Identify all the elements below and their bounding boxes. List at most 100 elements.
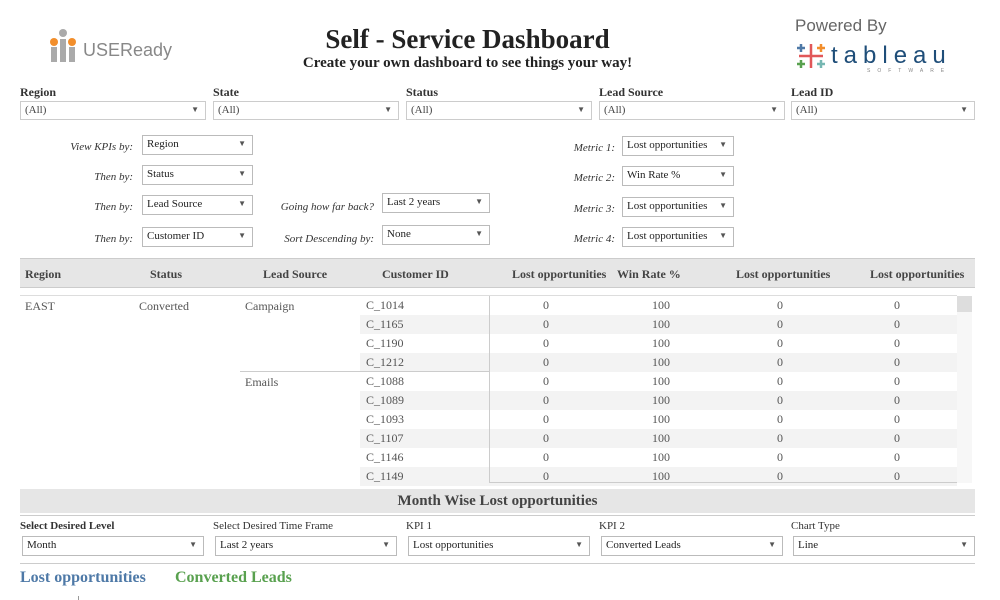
cell-metric: 100 bbox=[652, 450, 670, 464]
filter-dropdown[interactable]: (All) ▼ bbox=[213, 101, 399, 120]
metric-dropdown[interactable]: Lost opportunities ▼ bbox=[622, 197, 734, 217]
cell-metric: 0 bbox=[777, 450, 783, 464]
metric-label: Metric 1: bbox=[573, 142, 615, 154]
metric-label: Metric 3: bbox=[573, 203, 615, 215]
chevron-down-icon: ▼ bbox=[719, 231, 727, 240]
filter-label: Lead Source bbox=[599, 85, 664, 99]
filter-dropdown[interactable]: (All) ▼ bbox=[599, 101, 785, 120]
metric-dropdown[interactable]: Lost opportunities ▼ bbox=[622, 136, 734, 156]
divider bbox=[20, 515, 975, 516]
cell-metric: 0 bbox=[777, 317, 783, 331]
table-row[interactable]: C_1107 0 100 0 0 bbox=[360, 429, 957, 448]
cell-metric: 0 bbox=[543, 317, 549, 331]
chevron-down-icon: ▼ bbox=[238, 231, 246, 240]
cell-metric: 0 bbox=[894, 431, 900, 445]
chevron-down-icon: ▼ bbox=[960, 105, 968, 114]
chevron-down-icon: ▼ bbox=[238, 139, 246, 148]
divider bbox=[20, 563, 975, 564]
view-by-label: Then by: bbox=[94, 171, 133, 183]
chevron-down-icon: ▼ bbox=[475, 197, 483, 206]
chart-filter-dropdown[interactable]: Month ▼ bbox=[22, 536, 204, 556]
view-by-label: View KPIs by: bbox=[70, 141, 133, 153]
cell-customer-id: C_1088 bbox=[366, 374, 405, 388]
cell-customer-id: C_1014 bbox=[366, 298, 405, 312]
cell-metric: 100 bbox=[652, 317, 670, 331]
cell-metric: 0 bbox=[777, 374, 783, 388]
legend-kpi2: Converted Leads bbox=[175, 569, 292, 586]
cell-metric: 100 bbox=[652, 336, 670, 350]
metric-dropdown[interactable]: Lost opportunities ▼ bbox=[622, 227, 734, 247]
filter-dropdown[interactable]: (All) ▼ bbox=[406, 101, 592, 120]
chevron-down-icon: ▼ bbox=[384, 105, 392, 114]
section-title: Month Wise Lost opportunities bbox=[20, 489, 975, 513]
chevron-down-icon: ▼ bbox=[719, 170, 727, 179]
view-by-dropdown[interactable]: Lead Source ▼ bbox=[142, 195, 253, 215]
chevron-down-icon: ▼ bbox=[719, 140, 727, 149]
chevron-down-icon: ▼ bbox=[238, 169, 246, 178]
option-label: Sort Descending by: bbox=[284, 233, 374, 245]
table-row[interactable]: C_1089 0 100 0 0 bbox=[360, 391, 957, 410]
view-by-dropdown[interactable]: Region ▼ bbox=[142, 135, 253, 155]
option-dropdown[interactable]: None ▼ bbox=[382, 225, 490, 245]
scrollbar-thumb[interactable] bbox=[957, 296, 972, 312]
view-by-dropdown[interactable]: Customer ID ▼ bbox=[142, 227, 253, 247]
cell-metric: 100 bbox=[652, 298, 670, 312]
view-by-dropdown[interactable]: Status ▼ bbox=[142, 165, 253, 185]
table-row[interactable]: C_1088 0 100 0 0 bbox=[360, 372, 957, 391]
cell-metric: 100 bbox=[652, 412, 670, 426]
cell-lead-source: Campaign bbox=[245, 299, 295, 313]
table-row[interactable]: C_1014 0 100 0 0 bbox=[360, 296, 957, 315]
chart-filter-dropdown[interactable]: Last 2 years ▼ bbox=[215, 536, 397, 556]
legend-kpi1: Lost opportunities bbox=[20, 569, 146, 586]
table-row[interactable]: C_1212 0 100 0 0 bbox=[360, 353, 957, 372]
cell-customer-id: C_1190 bbox=[366, 336, 404, 350]
cell-metric: 0 bbox=[894, 317, 900, 331]
cell-customer-id: C_1107 bbox=[366, 431, 404, 445]
chevron-down-icon: ▼ bbox=[960, 540, 968, 549]
cell-metric: 0 bbox=[894, 393, 900, 407]
table-row[interactable]: C_1093 0 100 0 0 bbox=[360, 410, 957, 429]
filter-dropdown[interactable]: (All) ▼ bbox=[791, 101, 975, 120]
cell-metric: 0 bbox=[543, 336, 549, 350]
table-row[interactable]: C_1149 0 100 0 0 bbox=[360, 467, 957, 486]
filter-dropdown[interactable]: (All) ▼ bbox=[20, 101, 206, 120]
cell-metric: 0 bbox=[543, 450, 549, 464]
chevron-down-icon: ▼ bbox=[238, 199, 246, 208]
cell-metric: 0 bbox=[543, 412, 549, 426]
chevron-down-icon: ▼ bbox=[191, 105, 199, 114]
cell-metric: 0 bbox=[777, 431, 783, 445]
cell-metric: 0 bbox=[543, 393, 549, 407]
chart-filter-dropdown[interactable]: Converted Leads ▼ bbox=[601, 536, 783, 556]
table-row[interactable]: C_1165 0 100 0 0 bbox=[360, 315, 957, 334]
chevron-down-icon: ▼ bbox=[475, 229, 483, 238]
table-row[interactable]: C_1190 0 100 0 0 bbox=[360, 334, 957, 353]
cell-metric: 0 bbox=[894, 336, 900, 350]
cell-metric: 0 bbox=[777, 412, 783, 426]
chart-filter-label: KPI 1 bbox=[406, 520, 432, 532]
table-row[interactable]: C_1146 0 100 0 0 bbox=[360, 448, 957, 467]
table-bottom-line bbox=[489, 482, 957, 483]
cell-customer-id: C_1146 bbox=[366, 450, 404, 464]
chart-filter-dropdown[interactable]: Line ▼ bbox=[793, 536, 975, 556]
cell-customer-id: C_1093 bbox=[366, 412, 405, 426]
cell-metric: 0 bbox=[894, 355, 900, 369]
cell-customer-id: C_1212 bbox=[366, 355, 405, 369]
chart-filter-label: Chart Type bbox=[791, 520, 840, 532]
option-dropdown[interactable]: Last 2 years ▼ bbox=[382, 193, 490, 213]
chart-filter-dropdown[interactable]: Lost opportunities ▼ bbox=[408, 536, 590, 556]
chevron-down-icon: ▼ bbox=[189, 540, 197, 549]
chevron-down-icon: ▼ bbox=[577, 105, 585, 114]
chevron-down-icon: ▼ bbox=[575, 540, 583, 549]
chart-filter-label: KPI 2 bbox=[599, 520, 625, 532]
chevron-down-icon: ▼ bbox=[719, 201, 727, 210]
cell-metric: 0 bbox=[543, 355, 549, 369]
view-by-label: Then by: bbox=[94, 201, 133, 213]
cell-customer-id: C_1149 bbox=[366, 469, 404, 483]
cell-customer-id: C_1165 bbox=[366, 317, 404, 331]
cell-metric: 0 bbox=[543, 431, 549, 445]
cell-metric: 0 bbox=[894, 374, 900, 388]
table-scrollbar[interactable] bbox=[957, 296, 972, 483]
cell-lead-source: Emails bbox=[245, 375, 279, 389]
chevron-down-icon: ▼ bbox=[382, 540, 390, 549]
metric-dropdown[interactable]: Win Rate % ▼ bbox=[622, 166, 734, 186]
